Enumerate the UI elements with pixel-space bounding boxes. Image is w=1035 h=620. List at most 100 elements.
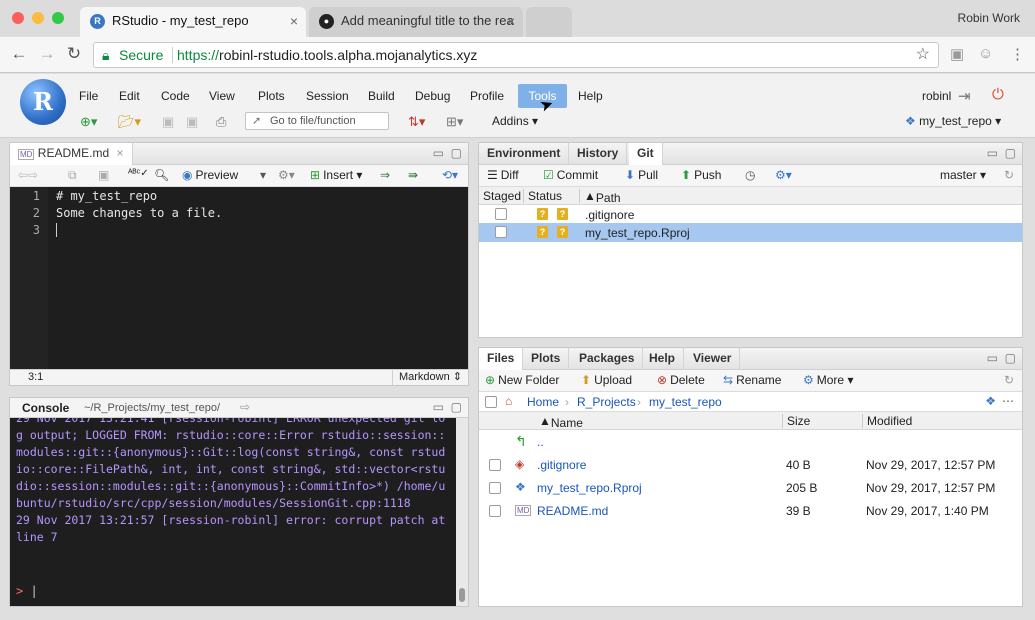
compile-icon[interactable]: ⟲▾: [442, 168, 458, 182]
console-prompt[interactable]: > |: [16, 583, 38, 600]
col-status[interactable]: Status: [523, 189, 562, 203]
extension-face-icon[interactable]: ☺: [978, 45, 993, 62]
addins-menu[interactable]: Addins ▾: [492, 114, 538, 128]
file-row-parent[interactable]: ↰ ..: [479, 431, 1022, 454]
save-icon[interactable]: ▣: [162, 114, 174, 130]
print-icon[interactable]: ⎙: [216, 114, 226, 130]
select-all-checkbox[interactable]: [485, 396, 497, 408]
find-icon[interactable]: 🔍︎: [154, 168, 169, 182]
refresh-icon[interactable]: ↻: [1004, 373, 1014, 387]
breadcrumb-home[interactable]: Home: [527, 395, 559, 409]
file-type-selector[interactable]: Markdown ⇕: [391, 370, 462, 385]
commit-button[interactable]: ☑ Commit: [543, 168, 598, 182]
close-icon[interactable]: ×: [116, 146, 123, 160]
delete-button[interactable]: ⊗ Delete: [657, 373, 705, 387]
project-menu[interactable]: ❖ my_test_repo ▾: [905, 114, 1001, 128]
file-name[interactable]: README.md: [537, 504, 608, 518]
tab-help[interactable]: Help: [641, 348, 685, 370]
tab-git[interactable]: Git: [629, 143, 663, 166]
show-in-window-icon[interactable]: ⧉: [68, 168, 77, 183]
file-row[interactable]: ❖ my_test_repo.Rproj 205 B Nov 29, 2017,…: [479, 477, 1022, 500]
close-tab-icon[interactable]: ×: [507, 7, 515, 35]
col-size[interactable]: Size: [782, 414, 810, 428]
tab-packages[interactable]: Packages: [571, 348, 644, 370]
new-folder-button[interactable]: ⊕ New Folder: [485, 373, 559, 387]
extension-icon[interactable]: ▣: [950, 45, 964, 63]
insert-button[interactable]: ⊞ Insert ▾: [310, 168, 362, 182]
profile-name[interactable]: Robin Work: [958, 11, 1020, 25]
maximize-pane-icon[interactable]: ▢: [451, 146, 462, 160]
rename-button[interactable]: ⇆ Rename: [723, 373, 781, 387]
file-row[interactable]: ◈ .gitignore 40 B Nov 29, 2017, 12:57 PM: [479, 454, 1022, 477]
file-checkbox[interactable]: [489, 459, 501, 471]
gear-icon[interactable]: ⚙▾: [278, 168, 295, 182]
git-row-rproj[interactable]: ? ? my_test_repo.Rproj: [479, 223, 1022, 242]
col-path[interactable]: ▲ Path: [579, 189, 621, 205]
menu-build[interactable]: Build: [362, 84, 401, 108]
more-button[interactable]: ⚙ More ▾: [803, 373, 853, 387]
reload-icon[interactable]: ↻: [63, 44, 85, 64]
close-window-icon[interactable]: [12, 12, 24, 24]
preview-dropdown[interactable]: ▾: [260, 168, 266, 182]
minimize-pane-icon[interactable]: ▭: [987, 351, 998, 365]
menu-code[interactable]: Code: [155, 84, 196, 108]
browser-tab-rstudio[interactable]: R RStudio - my_test_repo ×: [80, 7, 306, 37]
file-name[interactable]: .gitignore: [537, 458, 586, 472]
git-row-gitignore[interactable]: ? ? .gitignore: [479, 205, 1022, 224]
tab-environment[interactable]: Environment: [479, 143, 570, 165]
minimize-window-icon[interactable]: [32, 12, 44, 24]
staged-checkbox[interactable]: [495, 226, 507, 238]
col-modified[interactable]: Modified: [862, 414, 912, 428]
breadcrumb-r-projects[interactable]: R_Projects: [577, 395, 636, 409]
tab-plots[interactable]: Plots: [523, 348, 570, 370]
push-button[interactable]: ⬆ Push: [681, 168, 721, 182]
menu-session[interactable]: Session: [300, 84, 355, 108]
console-output[interactable]: 29 Nov 2017 13:21:41 [rsession-robinl] E…: [10, 418, 456, 606]
gear-icon[interactable]: ⚙▾: [775, 168, 792, 182]
file-row[interactable]: MD README.md 39 B Nov 29, 2017, 1:40 PM: [479, 500, 1022, 523]
more-dots-icon[interactable]: ⋯: [1002, 394, 1014, 408]
diff-button[interactable]: ☰ Diff: [487, 168, 519, 182]
power-icon[interactable]: ⏻: [992, 86, 1004, 103]
address-bar[interactable]: 🔒︎ Secure https://robinl-rstudio.tools.a…: [93, 42, 939, 68]
menu-edit[interactable]: Edit: [113, 84, 146, 108]
maximize-pane-icon[interactable]: ▢: [1005, 351, 1016, 365]
vcs-icon[interactable]: ⇅▾: [408, 114, 425, 130]
menu-file[interactable]: File: [73, 84, 104, 108]
preview-button[interactable]: ◉ Preview: [182, 168, 238, 182]
new-tab-button[interactable]: [526, 7, 572, 37]
pull-button[interactable]: ⬇ Pull: [625, 168, 658, 182]
maximize-pane-icon[interactable]: ▢: [451, 400, 462, 414]
browser-tab-github[interactable]: ● Add meaningful title to the rea ×: [309, 7, 523, 37]
file-name[interactable]: ..: [537, 435, 544, 449]
minimize-pane-icon[interactable]: ▭: [987, 146, 998, 160]
menu-help[interactable]: Help: [572, 84, 609, 108]
staged-checkbox[interactable]: [495, 208, 507, 220]
tab-history[interactable]: History: [569, 143, 628, 165]
forward-arrow-icon[interactable]: →: [36, 44, 58, 64]
col-staged[interactable]: Staged: [483, 189, 521, 203]
close-tab-icon[interactable]: ×: [290, 7, 298, 35]
bookmark-star-icon[interactable]: ☆: [916, 43, 930, 67]
url-text[interactable]: https://robinl-rstudio.tools.alpha.mojan…: [177, 43, 477, 67]
save-icon[interactable]: ▣: [98, 168, 109, 182]
go-to-directory-icon[interactable]: ⇨: [240, 400, 250, 414]
branch-selector[interactable]: master ▾: [940, 168, 986, 182]
menu-view[interactable]: View: [203, 84, 241, 108]
refresh-icon[interactable]: ↻: [1004, 168, 1014, 182]
rproj-icon[interactable]: ❖: [985, 394, 996, 408]
goto-file-input[interactable]: ➚ Go to file/function: [245, 112, 389, 130]
workspace-panes-icon[interactable]: ⊞▾: [446, 114, 463, 130]
maximize-window-icon[interactable]: [52, 12, 64, 24]
maximize-pane-icon[interactable]: ▢: [1005, 146, 1016, 160]
menu-plots[interactable]: Plots: [252, 84, 291, 108]
minimize-pane-icon[interactable]: ▭: [433, 146, 444, 160]
back-arrow-icon[interactable]: ←: [8, 44, 30, 64]
jump-icon[interactable]: ⇒: [380, 168, 390, 182]
upload-button[interactable]: ⬆ Upload: [581, 373, 632, 387]
scrollbar-thumb[interactable]: [459, 588, 465, 602]
file-checkbox[interactable]: [489, 482, 501, 494]
tab-viewer[interactable]: Viewer: [685, 348, 741, 370]
menu-profile[interactable]: Profile: [464, 84, 510, 108]
menu-debug[interactable]: Debug: [409, 84, 456, 108]
